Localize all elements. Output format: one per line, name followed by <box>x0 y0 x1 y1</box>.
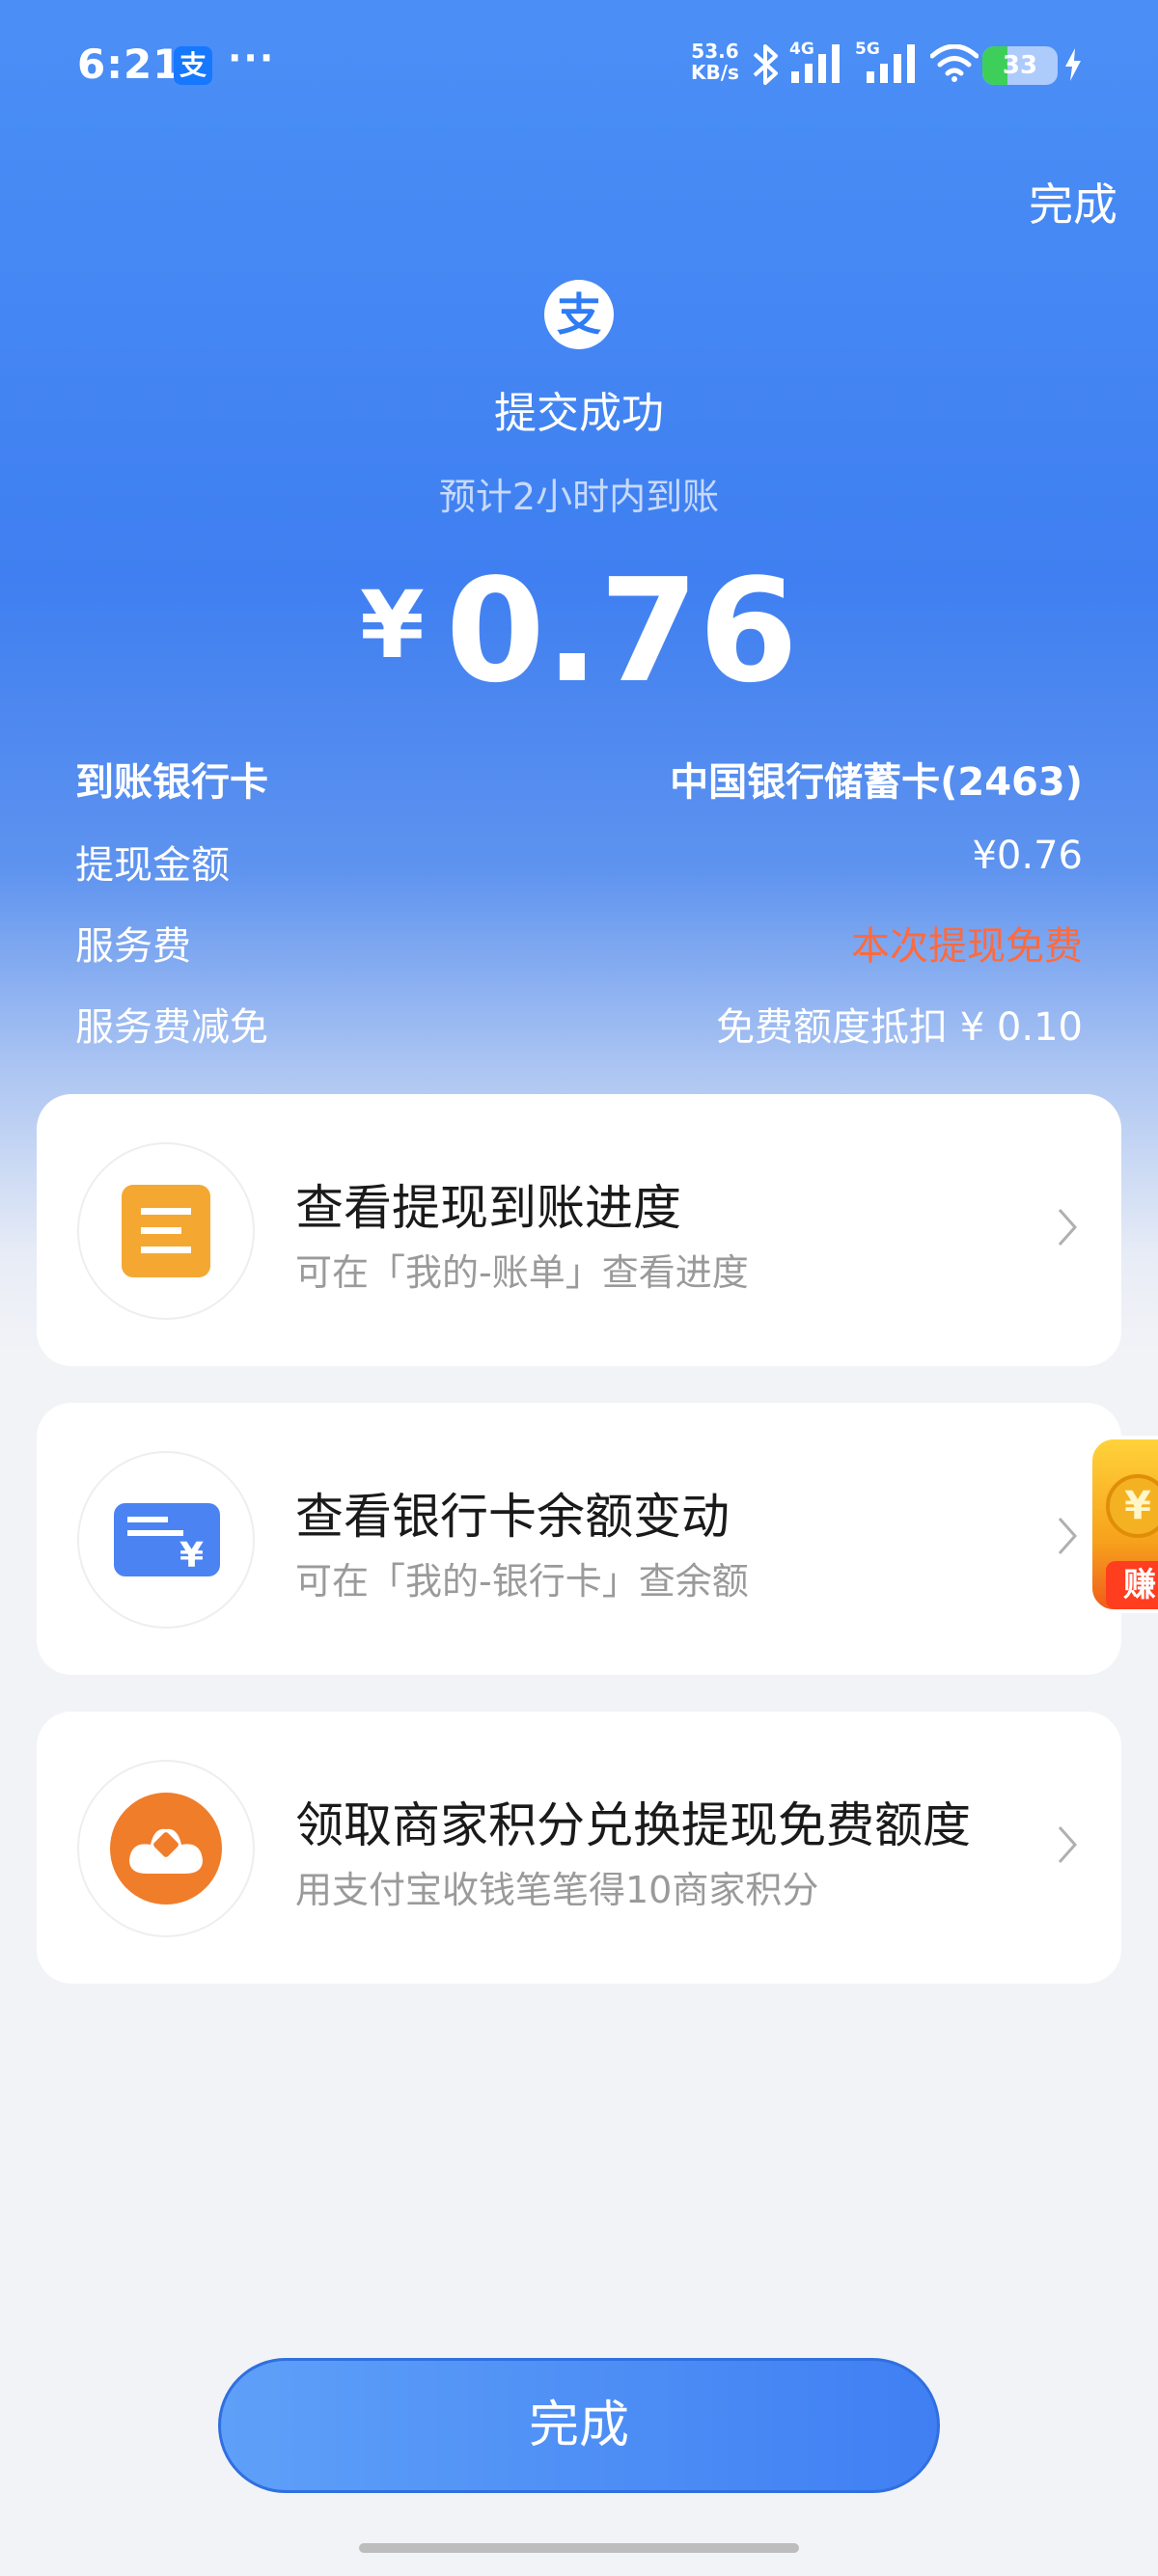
card-view-bank-balance[interactable]: ¥ 查看银行卡余额变动 可在「我的-银行卡」查余额 <box>37 1403 1121 1675</box>
chevron-right-icon <box>1058 1826 1078 1863</box>
signal-5g-icon: 5G <box>855 40 915 83</box>
network-speed: 53.6 KB/s <box>691 41 739 83</box>
merchant-points-icon <box>110 1793 222 1905</box>
card-title: 查看银行卡余额变动 <box>295 1489 730 1545</box>
detail-value: 中国银行储蓄卡(2463) <box>670 760 1083 805</box>
signal-5g-label: 5G <box>855 40 880 59</box>
charging-icon <box>1065 48 1081 81</box>
reward-tag: 赚 <box>1106 1561 1158 1609</box>
network-speed-value: 53.6 <box>691 40 739 63</box>
coin-glyph: ¥ <box>1124 1484 1151 1528</box>
detail-label: 服务费 <box>75 924 191 969</box>
battery-level-text: 33 <box>1002 51 1038 80</box>
chevron-right-icon <box>1058 1518 1078 1554</box>
home-indicator[interactable] <box>359 2543 799 2553</box>
bank-card-icon: ¥ <box>114 1503 220 1576</box>
card-title: 领取商家积分兑换提现免费额度 <box>295 1797 971 1853</box>
card-merchant-points[interactable]: 领取商家积分兑换提现免费额度 用支付宝收钱笔笔得10商家积分 <box>37 1712 1121 1984</box>
chevron-right-icon <box>1058 1209 1078 1246</box>
detail-value: ¥0.76 <box>972 834 1083 878</box>
detail-row-service-fee: 服务费 本次提现免费 <box>75 915 1083 973</box>
card-view-withdraw-progress[interactable]: 查看提现到账进度 可在「我的-账单」查看进度 <box>37 1094 1121 1366</box>
arrival-estimate: 预计2小时内到账 <box>438 476 720 518</box>
detail-value: 本次提现免费 <box>851 924 1083 969</box>
signal-4g-label: 4G <box>789 40 814 59</box>
detail-label: 到账银行卡 <box>75 760 268 805</box>
detail-label: 提现金额 <box>75 843 230 888</box>
currency-symbol: ¥ <box>360 571 425 679</box>
wifi-icon <box>930 44 979 82</box>
bill-list-icon <box>122 1185 210 1277</box>
done-button[interactable]: 完成 <box>218 2358 940 2493</box>
card-desc: 用支付宝收钱笔笔得10商家积分 <box>295 1869 819 1911</box>
svg-text:¥: ¥ <box>179 1536 204 1576</box>
top-done-button[interactable]: 完成 <box>1029 170 1117 233</box>
detail-value: 免费额度抵扣 ¥ 0.10 <box>716 1005 1083 1050</box>
withdraw-amount: ¥0.76 <box>0 548 1158 714</box>
detail-label: 服务费减免 <box>75 1005 268 1050</box>
card-icon-wrapper: ¥ <box>77 1451 255 1629</box>
detail-row-fee-waiver: 服务费减免 免费额度抵扣 ¥ 0.10 <box>75 996 1083 1054</box>
alipay-app-icon: 支 <box>174 46 212 85</box>
alipay-logo-icon: 支 <box>544 280 614 349</box>
battery-indicator: 33 <box>982 46 1058 85</box>
amount-value: 0.76 <box>445 548 798 714</box>
card-icon-wrapper <box>77 1142 255 1320</box>
signal-4g-icon: 4G <box>789 40 840 83</box>
status-bar: 6:21 支 ··· 53.6 KB/s 4G 5G 33 <box>0 0 1158 135</box>
floating-reward-widget[interactable]: ¥ 赚 <box>1089 1436 1158 1613</box>
detail-row-withdraw-amount: 提现金额 ¥0.76 <box>75 834 1083 891</box>
network-speed-unit: KB/s <box>691 61 739 84</box>
alipay-logo-glyph: 支 <box>557 288 601 341</box>
coin-icon: ¥ <box>1106 1474 1158 1538</box>
page-title: 提交成功 <box>494 389 664 438</box>
detail-row-bank-card: 到账银行卡 中国银行储蓄卡(2463) <box>75 751 1083 808</box>
card-title: 查看提现到账进度 <box>295 1180 681 1236</box>
card-icon-wrapper <box>77 1760 255 1937</box>
card-desc: 可在「我的-账单」查看进度 <box>295 1251 749 1294</box>
card-desc: 可在「我的-银行卡」查余额 <box>295 1560 749 1603</box>
status-time: 6:21 <box>77 41 182 88</box>
more-notifications-icon: ··· <box>228 37 276 79</box>
bluetooth-icon <box>753 44 778 85</box>
